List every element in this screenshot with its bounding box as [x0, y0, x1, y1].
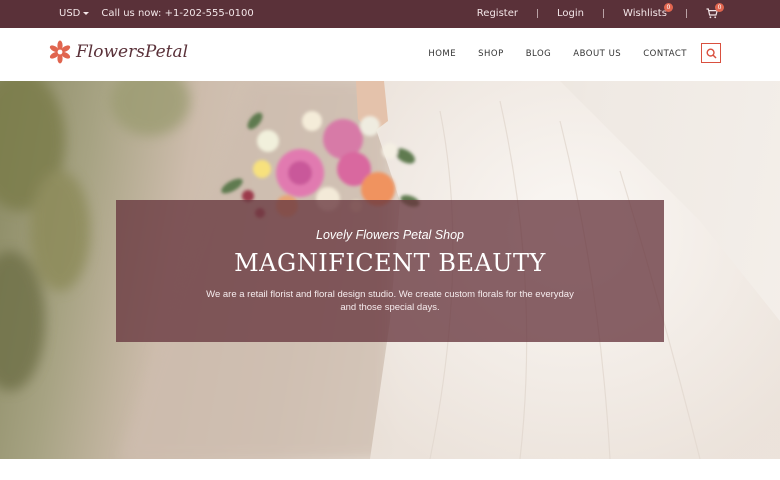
currency-selector[interactable]: USD — [59, 8, 90, 19]
nav-home[interactable]: HOME — [428, 49, 456, 59]
nav-blog[interactable]: BLOG — [526, 49, 552, 59]
separator: | — [535, 8, 540, 19]
top-bar-left: USD Call us now: +1-202-555-0100 — [59, 8, 254, 19]
wishlist-label: Wishlists — [623, 8, 667, 19]
nav-about-us[interactable]: ABOUT US — [573, 49, 621, 59]
hero-title: MAGNIFICENT BEAUTY — [234, 249, 546, 277]
logo-text: FlowersPetal — [76, 42, 189, 62]
top-bar-right: Register | Login | Wishlists 0 | 0 — [477, 3, 724, 19]
search-icon — [705, 47, 717, 59]
logo[interactable]: FlowersPetal — [48, 40, 188, 64]
separator: | — [602, 8, 606, 19]
content-start — [0, 459, 780, 480]
search-button[interactable] — [701, 43, 721, 63]
currency-label: USD — [59, 8, 81, 19]
wishlist-count-badge: 0 — [663, 3, 673, 12]
hero-text-panel: Lovely Flowers Petal Shop MAGNIFICENT BE… — [116, 200, 664, 342]
cart-button[interactable]: 0 — [706, 3, 724, 19]
cart-count-badge: 0 — [715, 3, 724, 12]
caret-down-icon — [83, 12, 90, 15]
phone-text: Call us now: +1-202-555-0100 — [101, 8, 254, 19]
hero-subtitle: Lovely Flowers Petal Shop — [316, 228, 464, 242]
main-nav: HOME SHOP BLOG ABOUT US CONTACT — [406, 49, 687, 59]
hero-banner: Lovely Flowers Petal Shop MAGNIFICENT BE… — [0, 81, 780, 459]
nav-shop[interactable]: SHOP — [478, 49, 504, 59]
nav-contact[interactable]: CONTACT — [643, 49, 687, 59]
separator: | — [684, 8, 688, 19]
login-link[interactable]: Login — [557, 8, 584, 19]
flower-logo-icon — [49, 40, 71, 64]
register-link[interactable]: Register — [477, 8, 518, 19]
hero-description: We are a retail florist and floral desig… — [206, 289, 574, 313]
wishlist-link[interactable]: Wishlists 0 — [623, 3, 673, 19]
top-bar: USD Call us now: +1-202-555-0100 Registe… — [0, 0, 780, 28]
site-header: FlowersPetal HOME SHOP BLOG ABOUT US CON… — [0, 28, 780, 81]
